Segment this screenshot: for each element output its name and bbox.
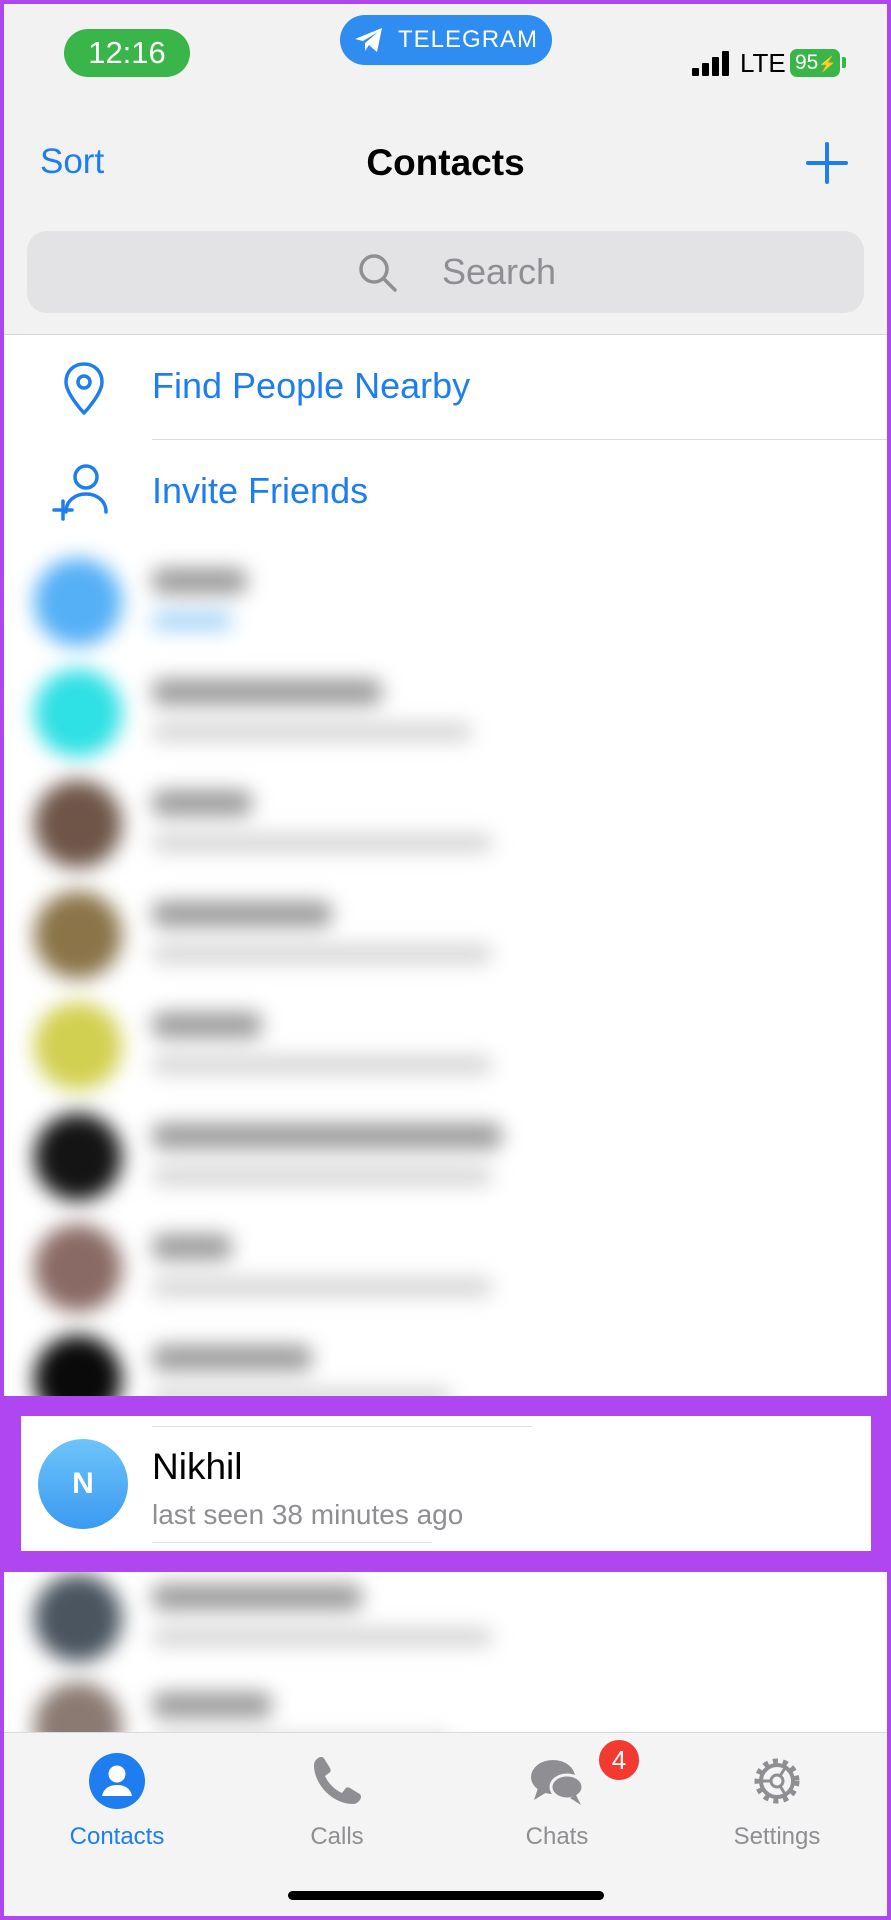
battery-icon: 95⚡ (790, 49, 840, 77)
contact-name: Nikhil (152, 1446, 243, 1487)
page-title: Contacts (366, 142, 525, 183)
contact-status-blurred (152, 1167, 492, 1185)
contact-name-blurred (152, 1584, 362, 1610)
contact-name-blurred (152, 1345, 312, 1371)
tab-settings-label: Settings (733, 1823, 821, 1850)
contact-row[interactable] (4, 1206, 887, 1316)
contact-name-blurred (152, 901, 332, 927)
chat-bubbles-icon (531, 1760, 585, 1805)
contact-row[interactable] (4, 762, 887, 872)
contact-row[interactable] (4, 984, 887, 1094)
battery-level: 95 (795, 51, 819, 74)
person-circle-icon (89, 1753, 145, 1809)
contact-name-blurred (152, 1692, 272, 1718)
contact-status-blurred (152, 834, 492, 852)
avatar (34, 1574, 122, 1662)
telegram-plane-icon (355, 28, 382, 52)
avatar (34, 1002, 122, 1090)
highlight-frame: N Nikhil last seen 38 minutes ago (4, 1396, 887, 1572)
contact-status-blurred (152, 612, 232, 630)
contact-status-blurred (152, 1628, 492, 1646)
avatar (34, 891, 122, 979)
tab-contacts-label: Contacts (69, 1823, 165, 1850)
search-input[interactable]: Search (27, 231, 864, 313)
contact-status-blurred (152, 723, 472, 741)
location-pin-icon (64, 362, 104, 415)
telegram-pill[interactable]: TELEGRAM (340, 15, 552, 65)
find-people-nearby-label: Find People Nearby (152, 365, 471, 406)
contact-name-blurred (152, 1123, 502, 1149)
tab-contacts[interactable]: Contacts (32, 1747, 202, 1857)
tab-chats-label: Chats (525, 1823, 589, 1850)
network-label: LTE (740, 48, 786, 78)
phone-icon (314, 1757, 361, 1804)
add-person-icon (52, 464, 108, 521)
signal-icon (692, 50, 732, 76)
tab-settings[interactable]: Settings (692, 1747, 862, 1857)
status-time: 12:16 (64, 29, 190, 77)
navigation-bar: Sort Contacts Search (4, 104, 887, 335)
tab-calls-label: Calls (310, 1823, 364, 1850)
contact-row[interactable] (4, 540, 887, 650)
contact-row[interactable] (4, 873, 887, 983)
tab-bar: Contacts Calls 4 Chats Settings (4, 1732, 887, 1916)
contact-name-blurred (152, 790, 252, 816)
contact-row[interactable] (4, 1556, 887, 1666)
tab-chats[interactable]: 4 Chats (472, 1737, 642, 1857)
avatar: N (38, 1439, 128, 1529)
contact-name-blurred (152, 679, 382, 705)
contact-name-blurred (152, 1234, 232, 1260)
avatar (34, 558, 122, 646)
contact-last-seen: last seen 38 minutes ago (152, 1499, 464, 1530)
contact-status-blurred (152, 945, 492, 963)
contact-row[interactable] (4, 1095, 887, 1205)
search-icon (359, 254, 397, 292)
search-placeholder: Search (442, 251, 557, 292)
invite-friends-label: Invite Friends (152, 470, 369, 511)
contact-status-blurred (152, 1056, 492, 1074)
contact-name-blurred (152, 568, 247, 594)
avatar (34, 669, 122, 757)
divider (152, 1426, 532, 1427)
find-people-nearby-row[interactable]: Find People Nearby (4, 335, 887, 439)
divider (152, 1542, 432, 1543)
telegram-pill-label: TELEGRAM (398, 26, 539, 53)
contact-name-blurred (152, 1012, 262, 1038)
gear-icon (754, 1758, 800, 1804)
status-bar: 12:16 TELEGRAM LTE 95⚡ (4, 4, 887, 104)
contact-row[interactable] (4, 651, 887, 761)
chats-unread-badge: 4 (596, 1737, 642, 1783)
battery-tip (842, 57, 846, 68)
home-indicator[interactable] (288, 1891, 604, 1900)
add-contact-button[interactable] (804, 140, 850, 186)
tab-calls[interactable]: Calls (252, 1747, 422, 1857)
avatar (34, 780, 122, 868)
contact-status-blurred (152, 1278, 492, 1296)
avatar (34, 1224, 122, 1312)
contacts-screen: 12:16 TELEGRAM LTE 95⚡ Sort Contacts Sea… (4, 4, 887, 1916)
contact-row-nikhil[interactable]: N Nikhil last seen 38 minutes ago (21, 1416, 871, 1551)
avatar (34, 1113, 122, 1201)
invite-friends-row[interactable]: Invite Friends (4, 440, 887, 544)
